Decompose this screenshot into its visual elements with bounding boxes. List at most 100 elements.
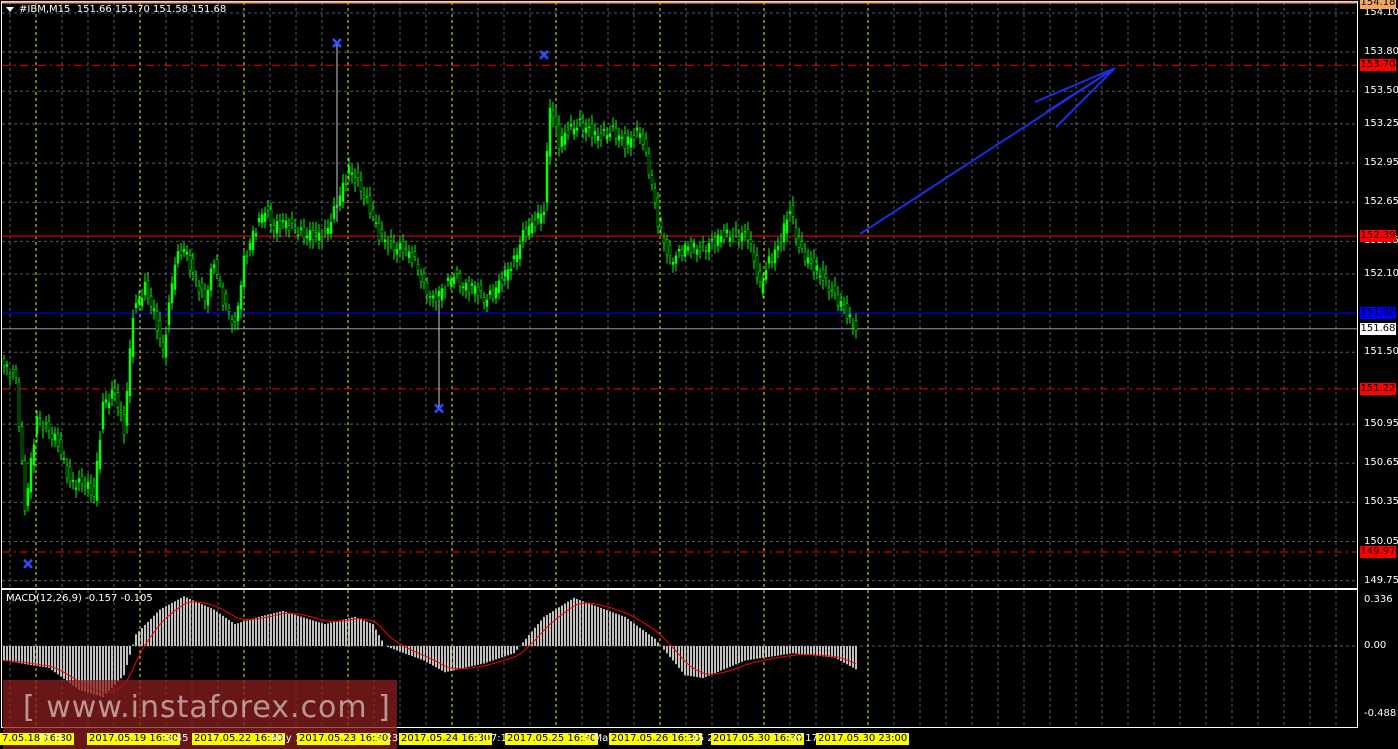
candle-body (302, 226, 306, 239)
candle-body (59, 439, 63, 456)
candle-body (161, 342, 165, 350)
candle-body (440, 288, 444, 301)
candle-body (23, 460, 27, 512)
x-marker-icon (23, 558, 33, 569)
candle-body (122, 414, 126, 435)
candle-body (410, 252, 414, 264)
candle-body (605, 135, 609, 140)
candle-body (851, 325, 855, 328)
candle-body (458, 273, 462, 287)
candle-body (581, 122, 585, 131)
candle-body (266, 206, 270, 211)
candle-body (260, 214, 264, 223)
candle-body (503, 269, 507, 277)
candle-body (533, 219, 537, 228)
candle-body (395, 249, 399, 255)
candle-body (680, 248, 684, 256)
candle-body (545, 151, 549, 203)
candle-body (437, 290, 441, 297)
candle-body (650, 175, 654, 186)
candle-body (320, 237, 324, 241)
candle-body (728, 237, 732, 242)
candle-body (170, 283, 174, 304)
candle-body (41, 427, 45, 430)
candle-body (668, 244, 672, 257)
candle-body (512, 255, 516, 260)
candle-body (68, 466, 72, 482)
candle-body (722, 230, 726, 240)
candle-body (788, 211, 792, 214)
candle-body (116, 392, 120, 408)
candle-body (77, 478, 81, 483)
candle-body (341, 182, 345, 202)
price-tick: 153.25 (1364, 117, 1398, 129)
macd-label: MACD(12,26,9) -0.157 -0.105 (6, 593, 153, 604)
candle-body (83, 484, 87, 487)
candle-body (305, 235, 309, 239)
candle-body (368, 195, 372, 214)
macd-tick: 0.00 (1364, 640, 1387, 651)
price-tick: 152.65 (1364, 196, 1398, 208)
candle-body (515, 254, 519, 262)
candle-body (299, 227, 303, 230)
candle-body (233, 316, 237, 322)
candle-body (71, 480, 75, 482)
candle-body (152, 307, 156, 312)
candle-body (806, 257, 810, 264)
candle-body (794, 227, 798, 240)
candle-body (665, 239, 669, 255)
candle-body (785, 219, 789, 234)
candle-body (257, 218, 261, 223)
candle-body (635, 127, 639, 131)
candle-body (695, 249, 699, 255)
candle-body (557, 124, 561, 149)
candle-body (2, 358, 6, 366)
time-label: 2017.05.30 23:00 (816, 733, 910, 745)
candle-body (713, 237, 717, 246)
dropdown-triangle-icon[interactable] (6, 6, 14, 12)
candle-body (674, 255, 678, 264)
candle-body (197, 285, 201, 293)
candle-body (92, 486, 96, 497)
candle-body (110, 389, 114, 399)
candle-body (677, 248, 681, 252)
candle-body (32, 444, 36, 466)
time-label: 6:45 (166, 733, 189, 744)
candle-body (392, 242, 396, 251)
price-chart[interactable] (0, 0, 1398, 749)
candle-body (362, 195, 366, 199)
candle-body (740, 232, 744, 242)
candle-body (683, 244, 687, 257)
price-tick: 150.65 (1364, 457, 1398, 469)
candle-body (596, 136, 600, 141)
candle-body (773, 249, 777, 264)
trend-arrow-icon (859, 67, 1116, 235)
candle-body (365, 195, 369, 198)
candle-body (623, 133, 627, 149)
candle-body (692, 242, 696, 248)
candle-body (329, 222, 333, 234)
candle-body (698, 246, 702, 251)
candle-body (203, 288, 207, 302)
candle-body (638, 133, 642, 138)
candle-body (29, 457, 33, 493)
candle-body (815, 265, 819, 271)
watermark-text: [ www.instaforex.com ] (23, 690, 391, 725)
candle-body (413, 251, 417, 257)
time-label: 5 23 (376, 733, 399, 744)
candle-body (119, 410, 123, 413)
candle-body (467, 280, 471, 293)
candle-body (782, 223, 786, 243)
candle-body (404, 247, 408, 250)
candle-body (743, 231, 747, 233)
candle-body (218, 280, 222, 284)
candle-body (137, 298, 141, 304)
candle-body (482, 297, 486, 303)
candle-body (50, 433, 54, 440)
candle-body (236, 305, 240, 322)
candle-body (527, 226, 531, 236)
candle-body (686, 246, 690, 251)
candle-body (359, 180, 363, 192)
price-tag: 152.39 (1360, 230, 1396, 243)
candle-body (311, 230, 315, 241)
